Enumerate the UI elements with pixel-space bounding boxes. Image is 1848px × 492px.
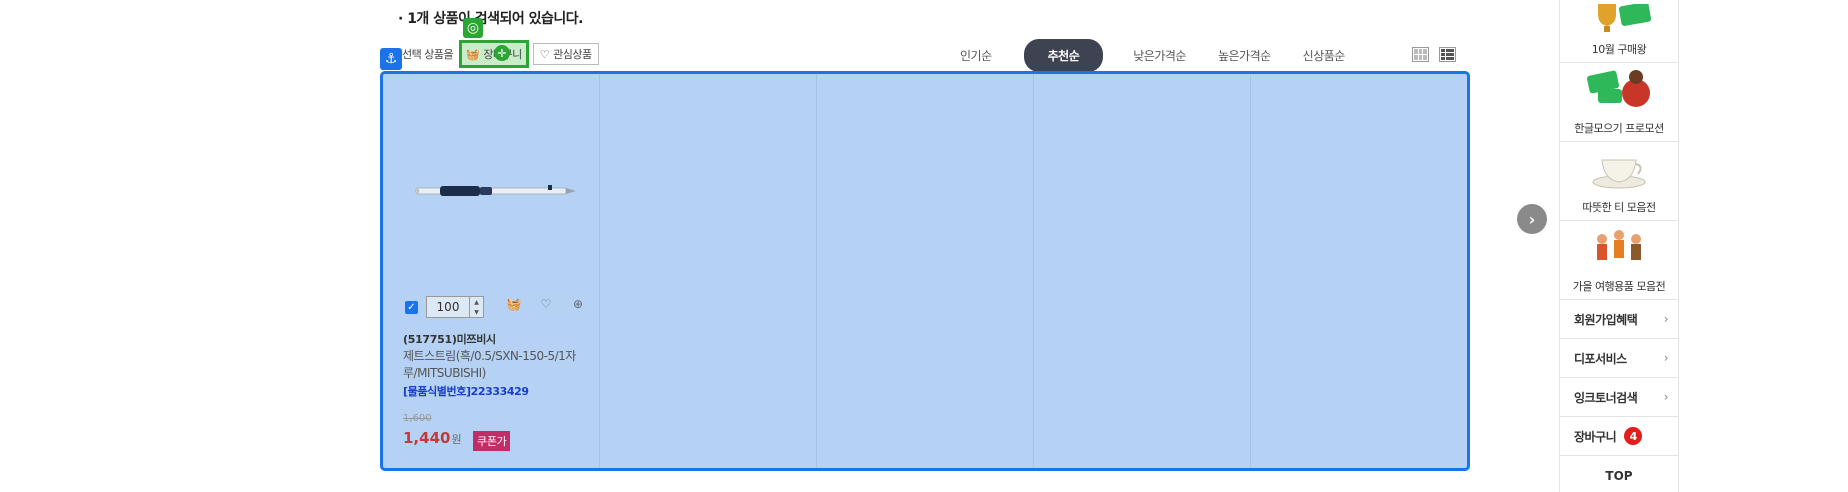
- empty-grid-slot: [600, 74, 817, 468]
- heart-plus-icon: ♡: [539, 47, 550, 61]
- product-image[interactable]: [410, 179, 580, 203]
- promo-label: 10월 구매왕: [1591, 43, 1647, 56]
- select-products-label: 선택 상품을: [402, 48, 454, 61]
- zoom-icon[interactable]: ⊕: [570, 296, 586, 312]
- gift-card-image: [1587, 70, 1650, 107]
- promo-label: 가을 여행용품 모음전: [1572, 280, 1666, 293]
- wishlist-icon[interactable]: ♡: [538, 296, 554, 312]
- chevron-right-icon: ›: [1663, 390, 1669, 404]
- basket-icon: 🧺: [466, 47, 480, 61]
- coupon-badge: 쿠폰가: [473, 431, 511, 451]
- promo-purchase-king[interactable]: 10월 구매왕: [1560, 0, 1678, 63]
- original-price: 1,600: [403, 413, 432, 424]
- cart-count-badge: 4: [1624, 427, 1643, 445]
- product-grid: ✓ 100 ▲ ▼ 🧺 ♡ ⊕ (517751)미쯔비시 제트스트림(흑/0.5…: [380, 71, 1470, 471]
- sort-low-price[interactable]: 낮은가격순: [1133, 47, 1186, 64]
- promo-tea[interactable]: 따뜻한 티 모음전: [1560, 142, 1678, 221]
- scroll-top-button[interactable]: TOP: [1560, 456, 1678, 492]
- sale-price: 1,440원: [403, 429, 462, 447]
- empty-grid-slot: [1251, 74, 1467, 468]
- promo-hangul[interactable]: 한글모으기 프로모션: [1560, 63, 1678, 142]
- ink-toner-search-link[interactable]: 잉크토너검색 ›: [1560, 378, 1678, 417]
- promo-label: 한글모으기 프로모션: [1574, 122, 1664, 135]
- list-view-icon[interactable]: [1439, 47, 1456, 62]
- sort-recommended[interactable]: 추천순: [1023, 38, 1104, 72]
- sort-new[interactable]: 신상품순: [1303, 47, 1346, 64]
- ink-toner-search-label: 잉크토너검색: [1574, 390, 1638, 405]
- grid-view-icon[interactable]: [1412, 47, 1429, 62]
- product-identifier: [물품식별번호]22333429: [403, 385, 529, 398]
- cart-icon[interactable]: 🧺: [506, 296, 522, 312]
- add-to-wishlist-button[interactable]: ♡ 관심상품: [532, 43, 599, 65]
- card-actions: 🧺 ♡ ⊕: [506, 296, 586, 312]
- depot-service-link[interactable]: 디포서비스 ›: [1560, 339, 1678, 378]
- quantity-stepper[interactable]: 100 ▲ ▼: [426, 296, 484, 318]
- quick-sidebar: 10월 구매왕 한글모으기 프로모션 따뜻한 티 모음전 가을 여행용품 모음전…: [1559, 0, 1679, 492]
- product-card[interactable]: ✓ 100 ▲ ▼ 🧺 ♡ ⊕ (517751)미쯔비시 제트스트림(흑/0.5…: [383, 74, 600, 468]
- currency-unit: 원: [451, 433, 462, 446]
- quantity-up-icon[interactable]: ▲: [474, 299, 479, 306]
- sidebar-cart-label: 장바구니: [1574, 429, 1617, 444]
- promo-label: 따뜻한 티 모음전: [1582, 201, 1656, 214]
- target-marker-icon: ◎: [463, 18, 483, 38]
- sort-popular[interactable]: 인기순: [960, 47, 992, 64]
- empty-grid-slot: [817, 74, 1034, 468]
- chevron-right-icon: ›: [1663, 351, 1669, 365]
- empty-grid-slot: [1034, 74, 1251, 468]
- sort-high-price[interactable]: 높은가격순: [1218, 47, 1271, 64]
- sort-options: 인기순 추천순 낮은가격순 높은가격순 신상품순: [960, 38, 1377, 72]
- search-result-count: · 1개 상품이 검색되어 있습니다.: [398, 11, 583, 27]
- member-benefits-link[interactable]: 회원가입혜택 ›: [1560, 300, 1678, 339]
- sale-price-value: 1,440: [403, 429, 451, 447]
- product-name[interactable]: 제트스트림(흑/0.5/SXN-150-5/1자루/MITSUBISHI): [403, 348, 578, 382]
- quantity-down-icon[interactable]: ▼: [474, 309, 479, 316]
- member-benefits-label: 회원가입혜택: [1574, 312, 1638, 327]
- select-checkbox[interactable]: ✓: [405, 300, 418, 314]
- product-code[interactable]: (517751)미쯔비시: [403, 331, 496, 347]
- teacup-image: [1592, 159, 1646, 189]
- view-toggle: [1412, 47, 1456, 62]
- sidebar-cart-link[interactable]: 장바구니 4: [1560, 417, 1678, 456]
- quantity-value[interactable]: 100: [427, 300, 469, 314]
- next-arrow-icon[interactable]: ›: [1517, 204, 1547, 234]
- product-action-toolbar: 선택 상품을 🧺 장바구니 ♡ 관심상품: [380, 40, 603, 68]
- quantity-row: ✓ 100 ▲ ▼: [405, 296, 484, 318]
- depot-service-label: 디포서비스: [1574, 351, 1627, 366]
- travel-people-image: [1597, 230, 1641, 260]
- crosshair-icon: ✛: [494, 45, 510, 61]
- promo-autumn-travel[interactable]: 가을 여행용품 모음전: [1560, 221, 1678, 300]
- wishlist-label: 관심상품: [553, 48, 592, 61]
- chevron-right-icon: ›: [1663, 312, 1669, 326]
